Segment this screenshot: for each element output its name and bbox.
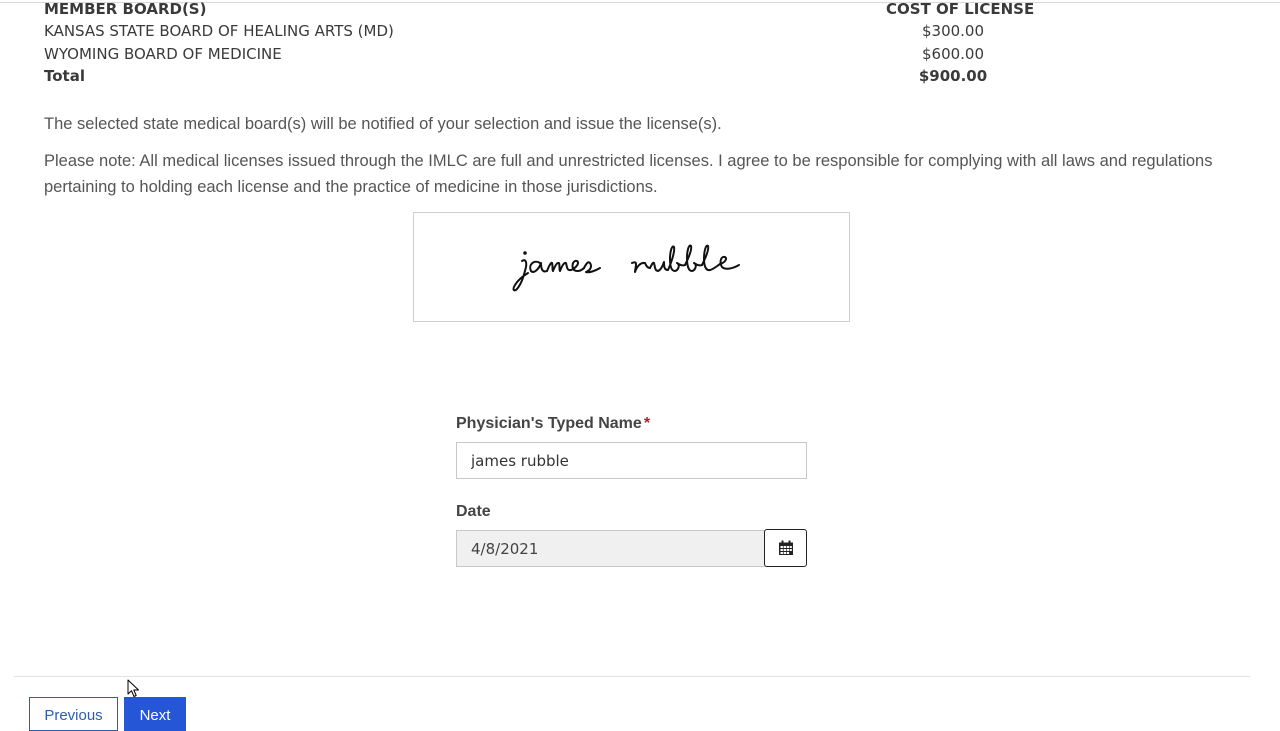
board-notification-text: The selected state medical board(s) will… [44, 115, 722, 133]
cost-table-header: MEMBER BOARD(S) COST OF LICENSE [44, 0, 1044, 20]
license-cost: $600.00 [921, 44, 985, 63]
license-cost-table: MEMBER BOARD(S) COST OF LICENSE KANSAS S… [44, 0, 1044, 88]
column-header-board: MEMBER BOARD(S) [44, 0, 207, 18]
typed-name-label-text: Physician's Typed Name [456, 415, 642, 432]
previous-button[interactable]: Previous [29, 697, 118, 731]
next-button[interactable]: Next [124, 697, 186, 731]
column-header-cost: COST OF LICENSE [886, 0, 1035, 18]
date-picker-button[interactable] [764, 529, 807, 567]
mouse-pointer-icon [127, 679, 139, 697]
license-agreement-text: Please note: All medical licenses issued… [44, 152, 1213, 196]
board-name: KANSAS STATE BOARD OF HEALING ARTS (MD) [44, 22, 394, 40]
signature-pad[interactable] [413, 212, 850, 322]
calendar-icon [778, 540, 793, 555]
handwritten-signature [512, 244, 740, 292]
date-input[interactable] [456, 530, 766, 567]
footer-divider [14, 676, 1250, 677]
typed-name-input[interactable] [456, 442, 807, 479]
license-cost: $300.00 [921, 22, 985, 40]
table-row: WYOMING BOARD OF MEDICINE $600.00 [44, 43, 1044, 66]
board-name: WYOMING BOARD OF MEDICINE [44, 44, 282, 63]
total-row: Total $900.00 [44, 65, 1044, 88]
required-indicator: * [643, 415, 651, 432]
total-cost: $900.00 [918, 67, 988, 85]
total-label: Total [44, 67, 85, 85]
table-row: KANSAS STATE BOARD OF HEALING ARTS (MD) … [44, 20, 1044, 43]
date-label: Date [456, 503, 491, 520]
typed-name-label: Physician's Typed Name * [456, 415, 650, 433]
